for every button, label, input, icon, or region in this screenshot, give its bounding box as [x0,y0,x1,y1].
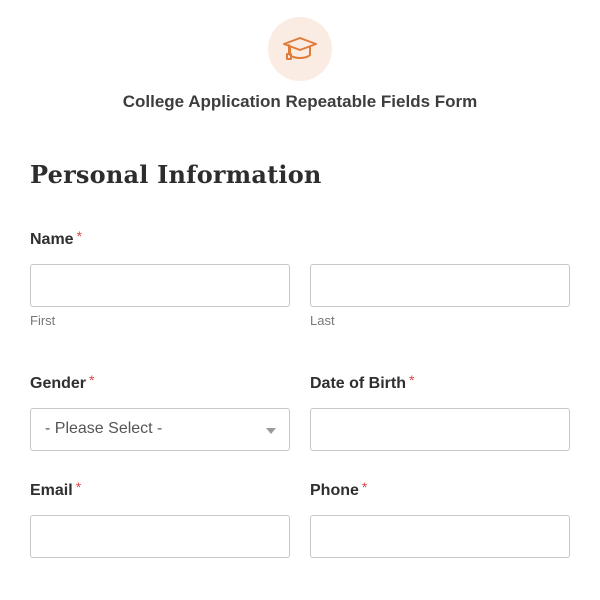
dob-label-text: Date of Birth [310,375,406,392]
required-asterisk: * [409,372,415,388]
email-input[interactable] [30,515,290,558]
dob-input[interactable] [310,408,570,451]
form-page: College Application Repeatable Fields Fo… [0,0,600,600]
form-logo [268,17,332,81]
required-asterisk: * [89,372,95,388]
gender-label-text: Gender [30,375,87,392]
section-title: Personal Information [30,160,322,189]
name-label: Name * [30,228,83,249]
last-name-sublabel: Last [310,313,335,328]
phone-label-text: Phone [310,482,359,499]
dob-label: Date of Birth * [310,372,415,393]
first-name-sublabel: First [30,313,56,328]
phone-input[interactable] [310,515,570,558]
gender-selected-value: - Please Select - [45,420,163,437]
required-asterisk: * [75,479,82,495]
gender-select[interactable]: - Please Select - [30,408,290,451]
email-label: Email * [30,479,82,500]
phone-label: Phone * [310,479,368,500]
name-label-text: Name [30,231,74,248]
required-asterisk: * [361,479,368,495]
first-name-input[interactable] [30,264,290,307]
gender-label: Gender * [30,372,95,393]
form-title: College Application Repeatable Fields Fo… [122,92,478,111]
email-label-text: Email [30,482,73,499]
chevron-down-icon [266,428,276,434]
graduation-cap-icon [283,37,317,60]
last-name-input[interactable] [310,264,570,307]
required-asterisk: * [76,228,83,244]
